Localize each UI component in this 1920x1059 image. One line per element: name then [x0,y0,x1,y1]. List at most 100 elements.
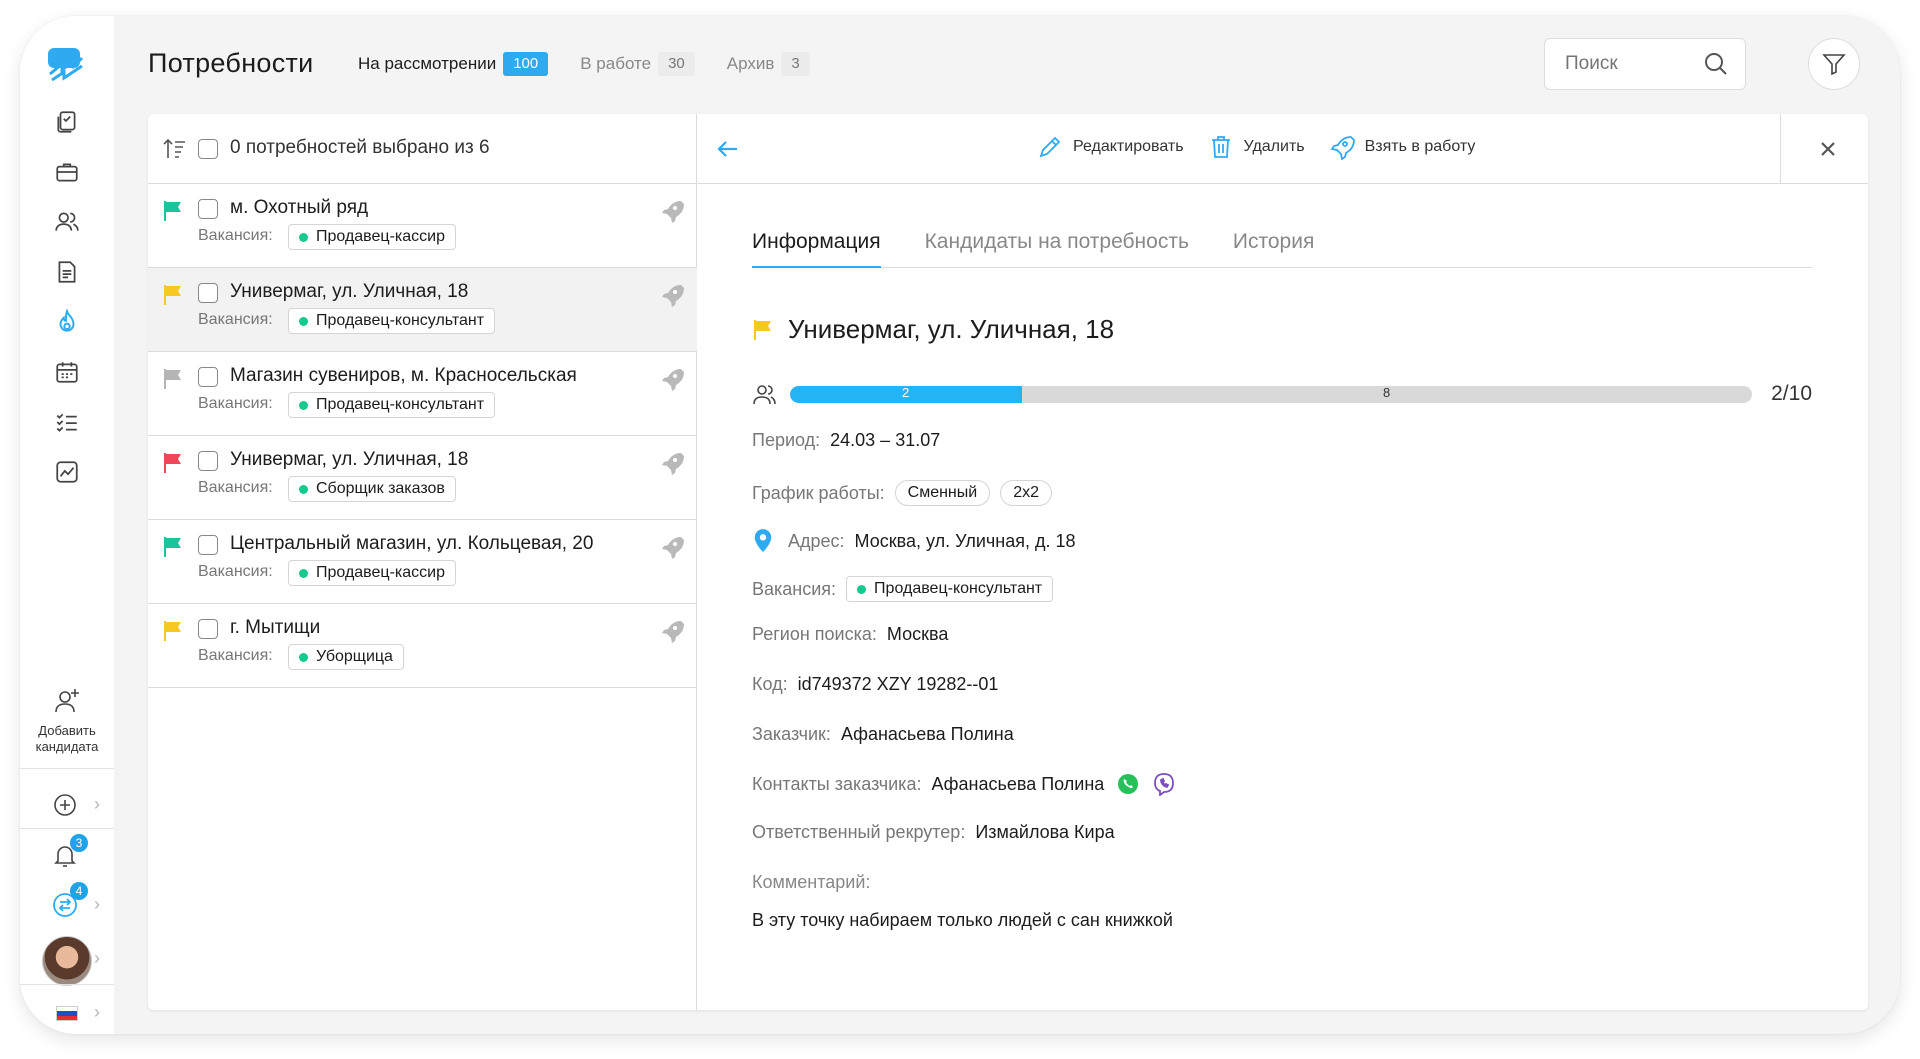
vacancy-row: Вакансия: Продавец-консультант [752,576,1054,602]
tab-history[interactable]: История [1233,230,1314,268]
language-button[interactable]: › [20,992,114,1032]
checklist-icon[interactable] [53,408,81,436]
customer-row: Заказчик: Афанасьева Полина [752,724,1014,745]
list-item[interactable]: Центральный магазин, ул. Кольцевая, 20 В… [148,520,697,604]
detail-tabs: Информация Кандидаты на потребность Исто… [752,230,1812,268]
detail-toolbar: Редактировать Удалить Взять в работу [697,114,1868,184]
tab-label: На рассмотрении [358,54,497,73]
rocket-icon[interactable] [659,450,685,476]
filter-button[interactable] [1808,38,1860,90]
add-candidate-label: Добавить кандидата [35,723,99,754]
code-label: Код: [752,674,788,694]
sidebar: Добавить кандидата › 3 4 › › › [20,16,114,1034]
progress-track: 2 8 [790,386,1752,403]
tab-in-work[interactable]: В работе 30 [580,52,695,76]
chevron-right-icon: › [94,948,100,968]
vacancy-tag: Продавец-кассир [288,560,456,586]
item-checkbox[interactable] [198,619,218,639]
address-row: Адрес: Москва, ул. Уличная, д. 18 [752,528,1076,554]
vacancy-label: Вакансия: [198,395,273,412]
tab-count: 100 [503,52,549,76]
rocket-icon[interactable] [659,366,685,392]
vacancy-tag: Продавец-консультант [288,392,496,418]
delete-button[interactable]: Удалить [1208,134,1305,160]
vacancy-name: Продавец-кассир [316,228,445,245]
list-item[interactable]: Универмаг, ул. Уличная, 18 Вакансия: Сбо… [148,436,697,520]
item-checkbox[interactable] [198,367,218,387]
flag-icon [164,285,181,305]
users-icon [753,385,776,405]
tab-information[interactable]: Информация [752,230,881,268]
rocket-icon[interactable] [659,198,685,224]
users-icon[interactable] [53,208,81,236]
comment-row: В эту точку набираем только людей с сан … [752,910,1173,931]
notifications-button[interactable]: 3 [20,834,114,874]
selection-count: 0 потребностей выбрано из 6 [230,137,490,158]
flag-icon [164,453,181,473]
rocket-icon[interactable] [659,618,685,644]
logo-icon[interactable] [46,44,86,84]
list-item[interactable]: м. Охотный ряд Вакансия: Продавец-кассир [148,184,697,268]
tab-review[interactable]: На рассмотрении 100 [358,52,549,76]
flag-icon [754,319,771,340]
item-checkbox[interactable] [198,283,218,303]
list-item[interactable]: Магазин сувениров, м. Красносельская Вак… [148,352,697,436]
vacancy-label: Вакансия: [198,479,273,496]
status-tabs: На рассмотрении 100 В работе 30 Архив 3 [358,52,810,76]
sidebar-add-menu[interactable]: › [20,784,114,824]
item-title: Магазин сувениров, м. Красносельская [230,365,577,386]
rocket-icon[interactable] [659,282,685,308]
comment-value: В эту точку набираем только людей с сан … [752,910,1173,930]
back-arrow-icon[interactable] [713,134,743,164]
select-all-checkbox[interactable] [198,139,218,159]
delete-label: Удалить [1243,138,1305,155]
contacts-row: Контакты заказчика: Афанасьева Полина [752,772,1176,796]
document-icon[interactable] [53,258,81,286]
sort-icon[interactable] [162,136,188,162]
list-item[interactable]: г. Мытищи Вакансия: Уборщица [148,604,697,688]
item-checkbox[interactable] [198,199,218,219]
edit-button[interactable]: Редактировать [1037,134,1184,160]
status-dot [299,232,308,242]
schedule-chip: 2x2 [1000,480,1052,506]
vacancy-name: Уборщица [316,648,393,665]
calendar-icon[interactable] [53,358,81,386]
tab-archive[interactable]: Архив 3 [727,52,810,76]
detail-actions: Редактировать Удалить Взять в работу [1037,134,1475,160]
chevron-right-icon: › [94,794,100,814]
messages-button[interactable]: 4 › [20,882,114,924]
tab-candidates[interactable]: Кандидаты на потребность [925,230,1189,268]
vacancy-label: Вакансия: [752,578,837,599]
documents-icon[interactable] [53,108,81,136]
code-value: id749372 XZY 19282--01 [797,674,999,694]
item-checkbox[interactable] [198,535,218,555]
item-title: Центральный магазин, ул. Кольцевая, 20 [230,533,594,554]
take-to-work-button[interactable]: Взять в работу [1329,134,1476,160]
app-frame: Добавить кандидата › 3 4 › › › Потребнос… [20,16,1900,1034]
chart-icon[interactable] [53,458,81,486]
list-item[interactable]: Универмаг, ул. Уличная, 18 Вакансия: Про… [148,268,697,352]
chevron-right-icon: › [94,1002,100,1022]
add-candidate-button[interactable]: Добавить кандидата [20,686,114,755]
rocket-icon[interactable] [659,534,685,560]
sidebar-divider [20,828,114,829]
whatsapp-icon[interactable] [1116,772,1140,796]
edit-label: Редактировать [1073,138,1184,155]
profile-button[interactable]: › [20,928,114,988]
search-input[interactable] [1565,53,1705,75]
page-title: Потребности [148,48,314,78]
vacancy-label: Вакансия: [198,311,273,328]
close-icon[interactable] [1815,136,1841,162]
messages-badge: 4 [70,882,88,900]
viber-icon[interactable] [1152,772,1176,796]
search-icon[interactable] [1703,51,1729,77]
region-value: Москва [886,624,949,644]
briefcase-icon[interactable] [53,158,81,186]
item-title: Универмаг, ул. Уличная, 18 [230,449,469,470]
item-checkbox[interactable] [198,451,218,471]
progress-ratio: 2/10 [1771,382,1812,405]
take-to-work-label: Взять в работу [1364,138,1476,155]
status-dot [299,484,308,494]
russian-flag-icon [56,1006,78,1021]
flame-icon[interactable] [53,308,81,336]
